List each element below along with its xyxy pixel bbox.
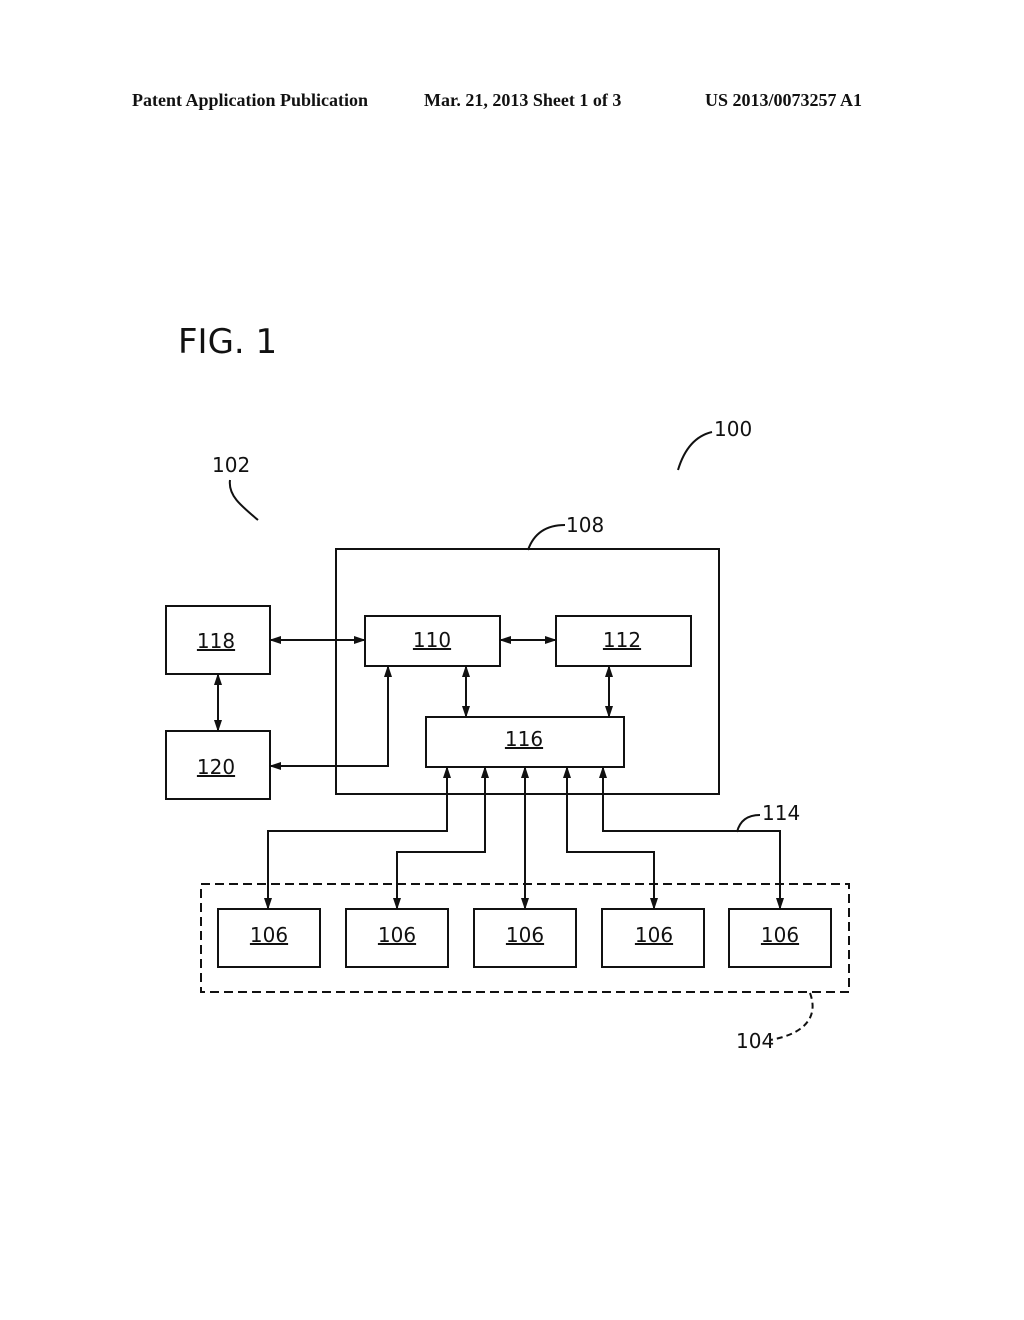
block-diagram: 100 102 108 114 104 110 112 116 118 120 … [165, 417, 850, 1053]
bus-line-4 [563, 766, 658, 910]
label-120: 120 [197, 755, 235, 779]
leader-102 [228, 479, 259, 521]
label-112: 112 [603, 628, 641, 652]
conn-120-110 [269, 665, 392, 770]
leader-104 [769, 992, 814, 1041]
label-106-3: 106 [506, 923, 544, 947]
bus-line-1 [264, 766, 451, 910]
ref-104: 104 [736, 1029, 774, 1053]
label-116: 116 [505, 727, 543, 751]
label-106-5: 106 [761, 923, 799, 947]
ref-100: 100 [714, 417, 752, 441]
label-106-1: 106 [250, 923, 288, 947]
bus-line-5 [599, 766, 784, 910]
leader-114 [736, 814, 761, 833]
ref-108: 108 [566, 513, 604, 537]
label-106-2: 106 [378, 923, 416, 947]
leader-100 [677, 431, 713, 471]
ref-102: 102 [212, 453, 250, 477]
label-118: 118 [197, 629, 235, 653]
controller-box-108 [335, 548, 720, 795]
label-106-4: 106 [635, 923, 673, 947]
leader-108 [527, 524, 566, 551]
ref-114: 114 [762, 801, 800, 825]
bus-line-2 [393, 766, 489, 910]
label-110: 110 [413, 628, 451, 652]
